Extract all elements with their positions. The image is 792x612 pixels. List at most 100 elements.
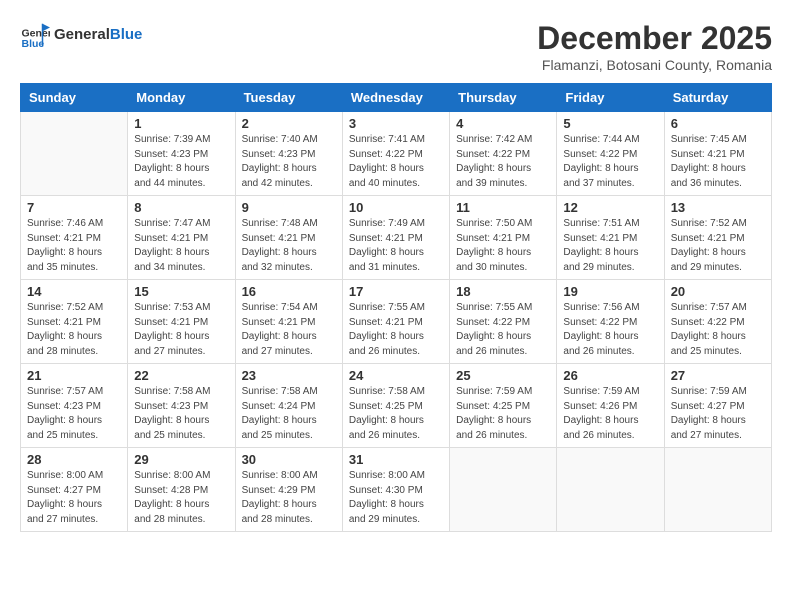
- day-info: Sunrise: 7:58 AM Sunset: 4:23 PM Dayligh…: [134, 385, 228, 443]
- day-info: Sunrise: 7:55 AM Sunset: 4:21 PM Dayligh…: [349, 301, 443, 359]
- day-info: Sunrise: 7:53 AM Sunset: 4:21 PM Dayligh…: [134, 301, 228, 359]
- day-number: 22: [134, 368, 228, 383]
- day-number: 6: [671, 116, 765, 131]
- calendar-week-row: 14 Sunrise: 7:52 AM Sunset: 4:21 PM Dayli…: [21, 280, 772, 364]
- calendar-cell: 21 Sunrise: 7:57 AM Sunset: 4:23 PM Dayli…: [21, 364, 128, 448]
- day-info: Sunrise: 7:57 AM Sunset: 4:22 PM Dayligh…: [671, 301, 765, 359]
- calendar-cell: 23 Sunrise: 7:58 AM Sunset: 4:24 PM Dayli…: [235, 364, 342, 448]
- day-number: 14: [27, 284, 121, 299]
- day-info: Sunrise: 8:00 AM Sunset: 4:28 PM Dayligh…: [134, 469, 228, 527]
- calendar-cell: 26 Sunrise: 7:59 AM Sunset: 4:26 PM Dayli…: [557, 364, 664, 448]
- day-info: Sunrise: 7:39 AM Sunset: 4:23 PM Dayligh…: [134, 133, 228, 191]
- calendar-cell: 11 Sunrise: 7:50 AM Sunset: 4:21 PM Dayli…: [450, 196, 557, 280]
- calendar-cell: 9 Sunrise: 7:48 AM Sunset: 4:21 PM Daylig…: [235, 196, 342, 280]
- logo: General Blue GeneralBlue: [20, 20, 142, 50]
- calendar-cell: [557, 448, 664, 532]
- day-number: 15: [134, 284, 228, 299]
- logo-text: GeneralBlue: [54, 26, 142, 44]
- day-info: Sunrise: 7:56 AM Sunset: 4:22 PM Dayligh…: [563, 301, 657, 359]
- day-info: Sunrise: 7:58 AM Sunset: 4:25 PM Dayligh…: [349, 385, 443, 443]
- month-title: December 2025: [537, 20, 772, 57]
- calendar-cell: 2 Sunrise: 7:40 AM Sunset: 4:23 PM Daylig…: [235, 112, 342, 196]
- day-number: 25: [456, 368, 550, 383]
- logo-icon: General Blue: [20, 20, 50, 50]
- day-info: Sunrise: 7:47 AM Sunset: 4:21 PM Dayligh…: [134, 217, 228, 275]
- day-info: Sunrise: 7:59 AM Sunset: 4:27 PM Dayligh…: [671, 385, 765, 443]
- day-info: Sunrise: 7:41 AM Sunset: 4:22 PM Dayligh…: [349, 133, 443, 191]
- day-number: 11: [456, 200, 550, 215]
- calendar-cell: 13 Sunrise: 7:52 AM Sunset: 4:21 PM Dayli…: [664, 196, 771, 280]
- calendar-cell: 1 Sunrise: 7:39 AM Sunset: 4:23 PM Daylig…: [128, 112, 235, 196]
- calendar-week-row: 28Sunrise: 8:00 AM Sunset: 4:27 PM Dayli…: [21, 448, 772, 532]
- day-info: Sunrise: 7:51 AM Sunset: 4:21 PM Dayligh…: [563, 217, 657, 275]
- day-info: Sunrise: 7:59 AM Sunset: 4:26 PM Dayligh…: [563, 385, 657, 443]
- calendar-week-row: 7Sunrise: 7:46 AM Sunset: 4:21 PM Daylig…: [21, 196, 772, 280]
- weekday-header-thursday: Thursday: [450, 84, 557, 112]
- day-info: Sunrise: 7:50 AM Sunset: 4:21 PM Dayligh…: [456, 217, 550, 275]
- calendar-cell: 14 Sunrise: 7:52 AM Sunset: 4:21 PM Dayli…: [21, 280, 128, 364]
- calendar-cell: 20 Sunrise: 7:57 AM Sunset: 4:22 PM Dayli…: [664, 280, 771, 364]
- weekday-header-tuesday: Tuesday: [235, 84, 342, 112]
- day-number: 23: [242, 368, 336, 383]
- weekday-header-saturday: Saturday: [664, 84, 771, 112]
- calendar-cell: 12 Sunrise: 7:51 AM Sunset: 4:21 PM Dayli…: [557, 196, 664, 280]
- day-number: 13: [671, 200, 765, 215]
- day-number: 18: [456, 284, 550, 299]
- day-number: 12: [563, 200, 657, 215]
- calendar-cell: 25 Sunrise: 7:59 AM Sunset: 4:25 PM Dayli…: [450, 364, 557, 448]
- weekday-header-friday: Friday: [557, 84, 664, 112]
- calendar-cell: 18 Sunrise: 7:55 AM Sunset: 4:22 PM Dayli…: [450, 280, 557, 364]
- calendar-cell: 28Sunrise: 8:00 AM Sunset: 4:27 PM Dayli…: [21, 448, 128, 532]
- day-number: 31: [349, 452, 443, 467]
- day-info: Sunrise: 7:42 AM Sunset: 4:22 PM Dayligh…: [456, 133, 550, 191]
- calendar-cell: 5Sunrise: 7:44 AM Sunset: 4:22 PM Daylig…: [557, 112, 664, 196]
- calendar-week-row: 1 Sunrise: 7:39 AM Sunset: 4:23 PM Daylig…: [21, 112, 772, 196]
- calendar-cell: 27 Sunrise: 7:59 AM Sunset: 4:27 PM Dayli…: [664, 364, 771, 448]
- day-number: 29: [134, 452, 228, 467]
- calendar-cell: 15 Sunrise: 7:53 AM Sunset: 4:21 PM Dayli…: [128, 280, 235, 364]
- day-info: Sunrise: 7:55 AM Sunset: 4:22 PM Dayligh…: [456, 301, 550, 359]
- calendar-cell: 19 Sunrise: 7:56 AM Sunset: 4:22 PM Dayli…: [557, 280, 664, 364]
- day-info: Sunrise: 7:40 AM Sunset: 4:23 PM Dayligh…: [242, 133, 336, 191]
- location-subtitle: Flamanzi, Botosani County, Romania: [537, 57, 772, 73]
- day-number: 28: [27, 452, 121, 467]
- weekday-header-monday: Monday: [128, 84, 235, 112]
- calendar-cell: 30Sunrise: 8:00 AM Sunset: 4:29 PM Dayli…: [235, 448, 342, 532]
- day-number: 8: [134, 200, 228, 215]
- day-info: Sunrise: 7:45 AM Sunset: 4:21 PM Dayligh…: [671, 133, 765, 191]
- day-info: Sunrise: 7:49 AM Sunset: 4:21 PM Dayligh…: [349, 217, 443, 275]
- day-info: Sunrise: 7:57 AM Sunset: 4:23 PM Dayligh…: [27, 385, 121, 443]
- day-info: Sunrise: 7:59 AM Sunset: 4:25 PM Dayligh…: [456, 385, 550, 443]
- calendar-cell: 7Sunrise: 7:46 AM Sunset: 4:21 PM Daylig…: [21, 196, 128, 280]
- day-info: Sunrise: 7:52 AM Sunset: 4:21 PM Dayligh…: [27, 301, 121, 359]
- day-info: Sunrise: 7:58 AM Sunset: 4:24 PM Dayligh…: [242, 385, 336, 443]
- day-info: Sunrise: 7:52 AM Sunset: 4:21 PM Dayligh…: [671, 217, 765, 275]
- day-info: Sunrise: 7:44 AM Sunset: 4:22 PM Dayligh…: [563, 133, 657, 191]
- svg-text:Blue: Blue: [22, 38, 45, 50]
- day-number: 21: [27, 368, 121, 383]
- day-info: Sunrise: 7:48 AM Sunset: 4:21 PM Dayligh…: [242, 217, 336, 275]
- day-info: Sunrise: 7:54 AM Sunset: 4:21 PM Dayligh…: [242, 301, 336, 359]
- calendar-table: SundayMondayTuesdayWednesdayThursdayFrid…: [20, 83, 772, 532]
- calendar-cell: 16 Sunrise: 7:54 AM Sunset: 4:21 PM Dayli…: [235, 280, 342, 364]
- page-header: General Blue GeneralBlue December 2025 F…: [20, 20, 772, 73]
- day-number: 19: [563, 284, 657, 299]
- title-area: December 2025 Flamanzi, Botosani County,…: [537, 20, 772, 73]
- day-number: 1: [134, 116, 228, 131]
- calendar-cell: [664, 448, 771, 532]
- calendar-cell: 8 Sunrise: 7:47 AM Sunset: 4:21 PM Daylig…: [128, 196, 235, 280]
- day-info: Sunrise: 8:00 AM Sunset: 4:29 PM Dayligh…: [242, 469, 336, 527]
- calendar-cell: 29 Sunrise: 8:00 AM Sunset: 4:28 PM Dayli…: [128, 448, 235, 532]
- calendar-cell: [450, 448, 557, 532]
- day-number: 24: [349, 368, 443, 383]
- calendar-cell: 3Sunrise: 7:41 AM Sunset: 4:22 PM Daylig…: [342, 112, 449, 196]
- day-number: 27: [671, 368, 765, 383]
- day-number: 2: [242, 116, 336, 131]
- calendar-cell: 4Sunrise: 7:42 AM Sunset: 4:22 PM Daylig…: [450, 112, 557, 196]
- day-number: 9: [242, 200, 336, 215]
- calendar-cell: [21, 112, 128, 196]
- day-number: 16: [242, 284, 336, 299]
- day-number: 26: [563, 368, 657, 383]
- weekday-header-wednesday: Wednesday: [342, 84, 449, 112]
- day-number: 20: [671, 284, 765, 299]
